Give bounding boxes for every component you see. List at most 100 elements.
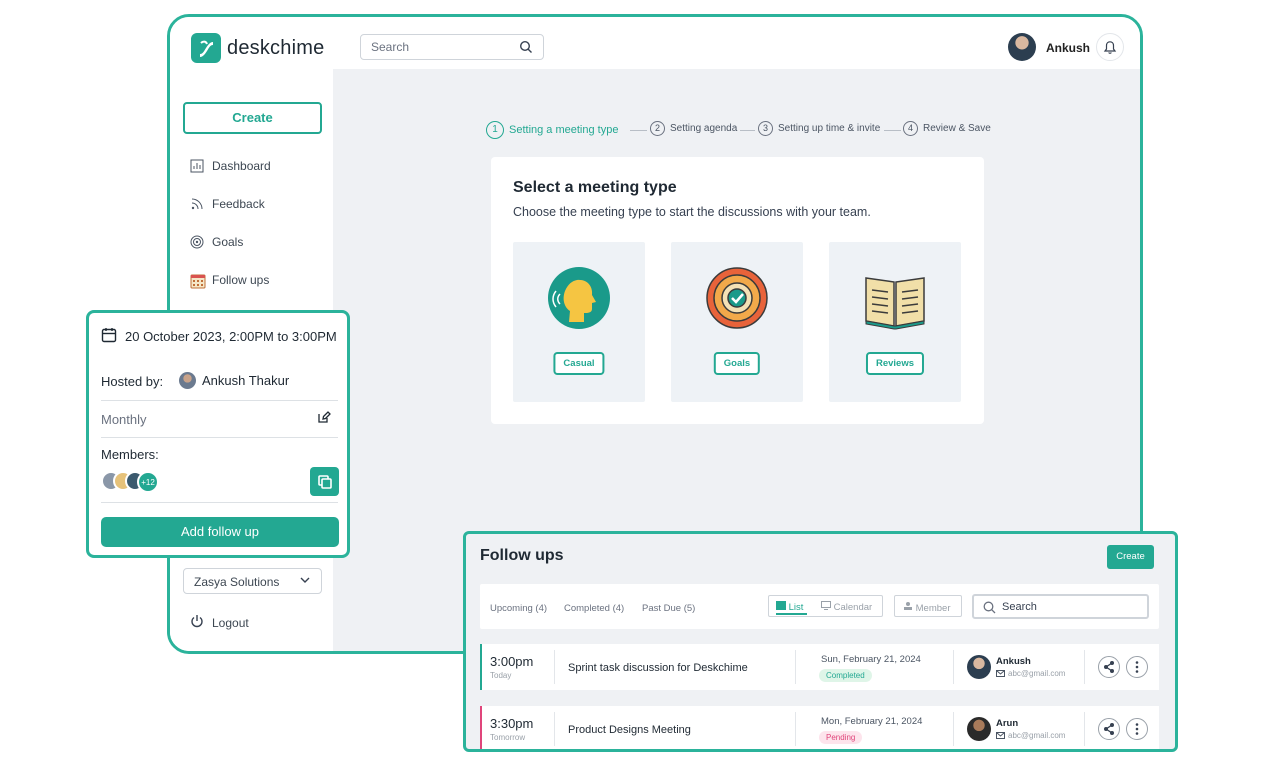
- kebab-menu-icon: [1135, 723, 1139, 735]
- target-check-icon: [706, 267, 768, 329]
- filter-upcoming[interactable]: Upcoming (4): [490, 603, 547, 614]
- share-icon: [1104, 661, 1114, 673]
- member-filter-button[interactable]: Member: [894, 595, 962, 617]
- top-bar: deskchime Ankush: [170, 17, 1140, 69]
- create-button[interactable]: Create: [183, 102, 322, 134]
- sidebar-item-goals[interactable]: Goals: [190, 232, 243, 252]
- step-1[interactable]: 1 Setting a meeting type: [486, 121, 618, 139]
- follow-ups-toolbar: Upcoming (4) Completed (4) Past Due (5) …: [480, 584, 1159, 629]
- divider: [101, 437, 338, 438]
- follow-up-day: Today: [490, 671, 512, 680]
- follow-up-time: 3:00pm: [490, 654, 534, 669]
- meeting-type-goals[interactable]: Goals: [671, 242, 803, 402]
- assignee-name: Arun: [996, 718, 1019, 729]
- sidebar-item-feedback[interactable]: Feedback: [190, 194, 265, 214]
- host-name: Ankush Thakur: [202, 373, 290, 388]
- view-list-label: List: [788, 602, 804, 613]
- follow-up-date: Mon, February 21, 2024: [821, 716, 923, 727]
- step-label: Setting up time & invite: [778, 123, 881, 134]
- edit-icon[interactable]: [317, 410, 331, 429]
- speaking-head-icon: [548, 267, 610, 329]
- notification-bell-icon[interactable]: [1096, 33, 1124, 61]
- meeting-type-casual[interactable]: Casual: [513, 242, 645, 402]
- row-accent: [480, 706, 482, 749]
- divider: [1084, 650, 1085, 684]
- meeting-detail-card: 20 October 2023, 2:00PM to 3:00PM Hosted…: [86, 310, 350, 558]
- brand-name: deskchime: [227, 37, 325, 59]
- avatar: [967, 655, 991, 679]
- members-label: Members:: [101, 447, 159, 462]
- casual-label: Casual: [553, 352, 605, 375]
- share-button[interactable]: [1098, 656, 1120, 678]
- view-list-button[interactable]: List: [776, 601, 803, 613]
- add-follow-up-button[interactable]: Add follow up: [101, 517, 339, 547]
- step-label: Review & Save: [923, 123, 991, 134]
- step-connector: [740, 130, 755, 131]
- assignee-email-text: abc@gmail.com: [1008, 669, 1066, 678]
- divider: [101, 400, 338, 401]
- follow-ups-title: Follow ups: [480, 547, 564, 564]
- member-filter-label: Member: [915, 603, 951, 614]
- divider: [554, 650, 555, 684]
- avatar: [967, 717, 991, 741]
- user-avatar[interactable]: [1008, 33, 1036, 61]
- goals-label: Goals: [713, 352, 761, 375]
- meeting-type-title: Select a meeting type: [513, 179, 677, 196]
- step-number: 1: [486, 121, 504, 139]
- host[interactable]: Ankush Thakur: [179, 372, 289, 389]
- step-3[interactable]: 3 Setting up time & invite: [758, 121, 880, 136]
- assignee-email: abc@gmail.com: [996, 731, 1065, 740]
- header-search-input[interactable]: [371, 40, 511, 54]
- follow-ups-create-button[interactable]: Create: [1107, 545, 1154, 569]
- sidebar-item-follow-ups[interactable]: Follow ups: [190, 270, 269, 290]
- view-calendar-button[interactable]: Calendar: [821, 601, 872, 613]
- rss-icon: [190, 197, 204, 211]
- header-search: [360, 34, 544, 60]
- active-view-underline: [776, 613, 807, 615]
- copy-icon: [318, 475, 332, 489]
- assignee-name: Ankush: [996, 656, 1031, 667]
- chevron-down-icon: [299, 574, 311, 589]
- follow-up-time: 3:30pm: [490, 716, 534, 731]
- hosted-by-label: Hosted by:: [101, 374, 164, 389]
- filter-past-due[interactable]: Past Due (5): [642, 603, 695, 614]
- monitor-icon: [821, 601, 831, 610]
- follow-up-name: Sprint task discussion for Deskchime: [568, 662, 748, 674]
- chart-icon: [190, 159, 204, 173]
- step-number: 4: [903, 121, 918, 136]
- status-badge: Pending: [819, 731, 863, 744]
- follow-up-date: Sun, February 21, 2024: [821, 654, 921, 665]
- search-icon[interactable]: [519, 40, 533, 59]
- user-name[interactable]: Ankush: [1046, 41, 1090, 55]
- follow-up-day: Tomorrow: [490, 733, 526, 742]
- table-row[interactable]: 3:00pm Today Sprint task discussion for …: [480, 644, 1159, 690]
- table-row[interactable]: 3:30pm Tomorrow Product Designs Meeting …: [480, 706, 1159, 749]
- meeting-type-reviews[interactable]: Reviews: [829, 242, 961, 402]
- meeting-type-subtitle: Choose the meeting type to start the dis…: [513, 205, 871, 219]
- power-icon: [190, 614, 204, 631]
- list-icon: [776, 601, 786, 610]
- more-options-button[interactable]: [1126, 656, 1148, 678]
- sidebar-item-label: Feedback: [212, 197, 265, 211]
- share-button[interactable]: [1098, 718, 1120, 740]
- logout-button[interactable]: Logout: [190, 614, 249, 631]
- step-2[interactable]: 2 Setting agenda: [650, 121, 737, 136]
- sidebar-item-dashboard[interactable]: Dashboard: [190, 156, 271, 176]
- step-label: Setting a meeting type: [509, 124, 619, 136]
- step-4[interactable]: 4 Review & Save: [903, 121, 991, 136]
- step-number: 2: [650, 121, 665, 136]
- host-avatar: [179, 372, 196, 389]
- organization-select[interactable]: Zasya Solutions: [183, 568, 322, 594]
- open-book-icon: [865, 277, 925, 330]
- filter-completed[interactable]: Completed (4): [564, 603, 624, 614]
- follow-ups-search-input[interactable]: [1002, 601, 1142, 613]
- copy-button[interactable]: [310, 467, 339, 496]
- more-options-button[interactable]: [1126, 718, 1148, 740]
- meeting-frequency: Monthly: [101, 412, 147, 427]
- meeting-type-card: Select a meeting type Choose the meeting…: [491, 157, 984, 424]
- logout-label: Logout: [212, 615, 249, 630]
- share-icon: [1104, 723, 1114, 735]
- search-icon: [983, 601, 996, 614]
- deskchime-logo-icon[interactable]: [191, 33, 221, 63]
- sidebar-item-label: Follow ups: [212, 273, 270, 287]
